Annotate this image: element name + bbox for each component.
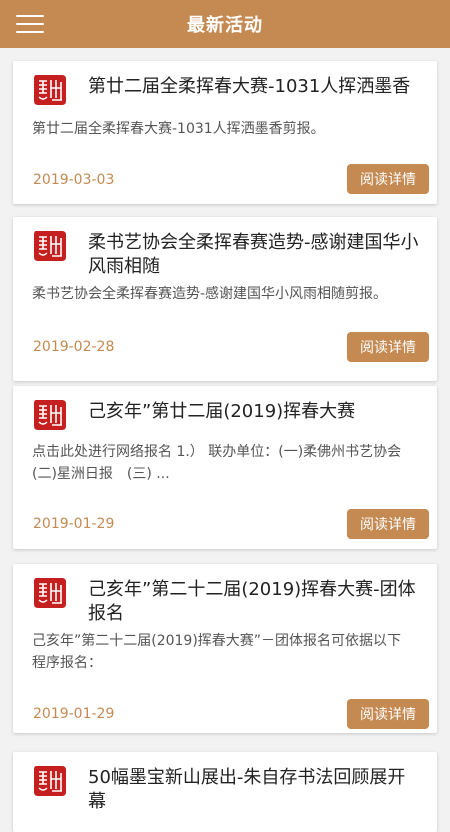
card-title[interactable]: 己亥年”第二十二届(2019)挥春大赛-团体报名 (88, 578, 419, 626)
card-title[interactable]: 己亥年”第廿二届(2019)挥春大赛 (88, 400, 419, 424)
card-summary: 己亥年”第二十二届(2019)挥春大赛”－团体报名可依据以下程序报名： (32, 633, 402, 671)
read-more-button[interactable]: 阅读详情 (347, 699, 429, 729)
seal-logo-icon (34, 578, 66, 608)
read-more-button[interactable]: 阅读详情 (347, 509, 429, 539)
card-title[interactable]: 50幅墨宝新山展出-朱自存书法回顾展开幕 (88, 766, 419, 814)
read-more-button[interactable]: 阅读详情 (347, 164, 429, 194)
card-date: 2019-01-29 (33, 516, 115, 532)
seal-logo-icon (34, 75, 66, 105)
list-item[interactable]: 柔书艺协会全柔挥春赛造势-感谢建国华小风雨相随 柔书艺协会全柔挥春赛造势-感谢建… (13, 217, 437, 381)
list-item[interactable]: 第廿二届全柔挥春大赛-1031人挥洒墨香 第廿二届全柔挥春大赛-1031人挥洒墨… (13, 61, 437, 204)
list-item[interactable]: 己亥年”第二十二届(2019)挥春大赛-团体报名 己亥年”第二十二届(2019)… (13, 564, 437, 733)
page-title: 最新活动 (187, 15, 263, 36)
card-date: 2019-02-28 (33, 339, 115, 355)
card-summary: 点击此处进行网络报名 1.） 联办单位：(一)柔佛州书艺协会 (二)星洲日报 (… (32, 444, 416, 482)
card-date: 2019-03-03 (33, 172, 115, 188)
card-summary: 柔书艺协会全柔挥春赛造势-感谢建国华小风雨相随剪报。 (32, 286, 388, 302)
list-item[interactable]: 己亥年”第廿二届(2019)挥春大赛 点击此处进行网络报名 1.） 联办单位：(… (13, 386, 437, 549)
card-title[interactable]: 柔书艺协会全柔挥春赛造势-感谢建国华小风雨相随 (88, 231, 419, 279)
card-summary: 第廿二届全柔挥春大赛-1031人挥洒墨香剪报。 (32, 121, 325, 137)
card-date: 2019-01-29 (33, 706, 115, 722)
card-title[interactable]: 第廿二届全柔挥春大赛-1031人挥洒墨香 (88, 75, 419, 99)
hamburger-icon[interactable] (16, 12, 44, 36)
top-bar: 最新活动 (0, 0, 450, 48)
list-item[interactable]: 50幅墨宝新山展出-朱自存书法回顾展开幕 (13, 752, 437, 832)
seal-logo-icon (34, 766, 66, 796)
read-more-button[interactable]: 阅读详情 (347, 332, 429, 362)
seal-logo-icon (34, 231, 66, 261)
seal-logo-icon (34, 400, 66, 430)
